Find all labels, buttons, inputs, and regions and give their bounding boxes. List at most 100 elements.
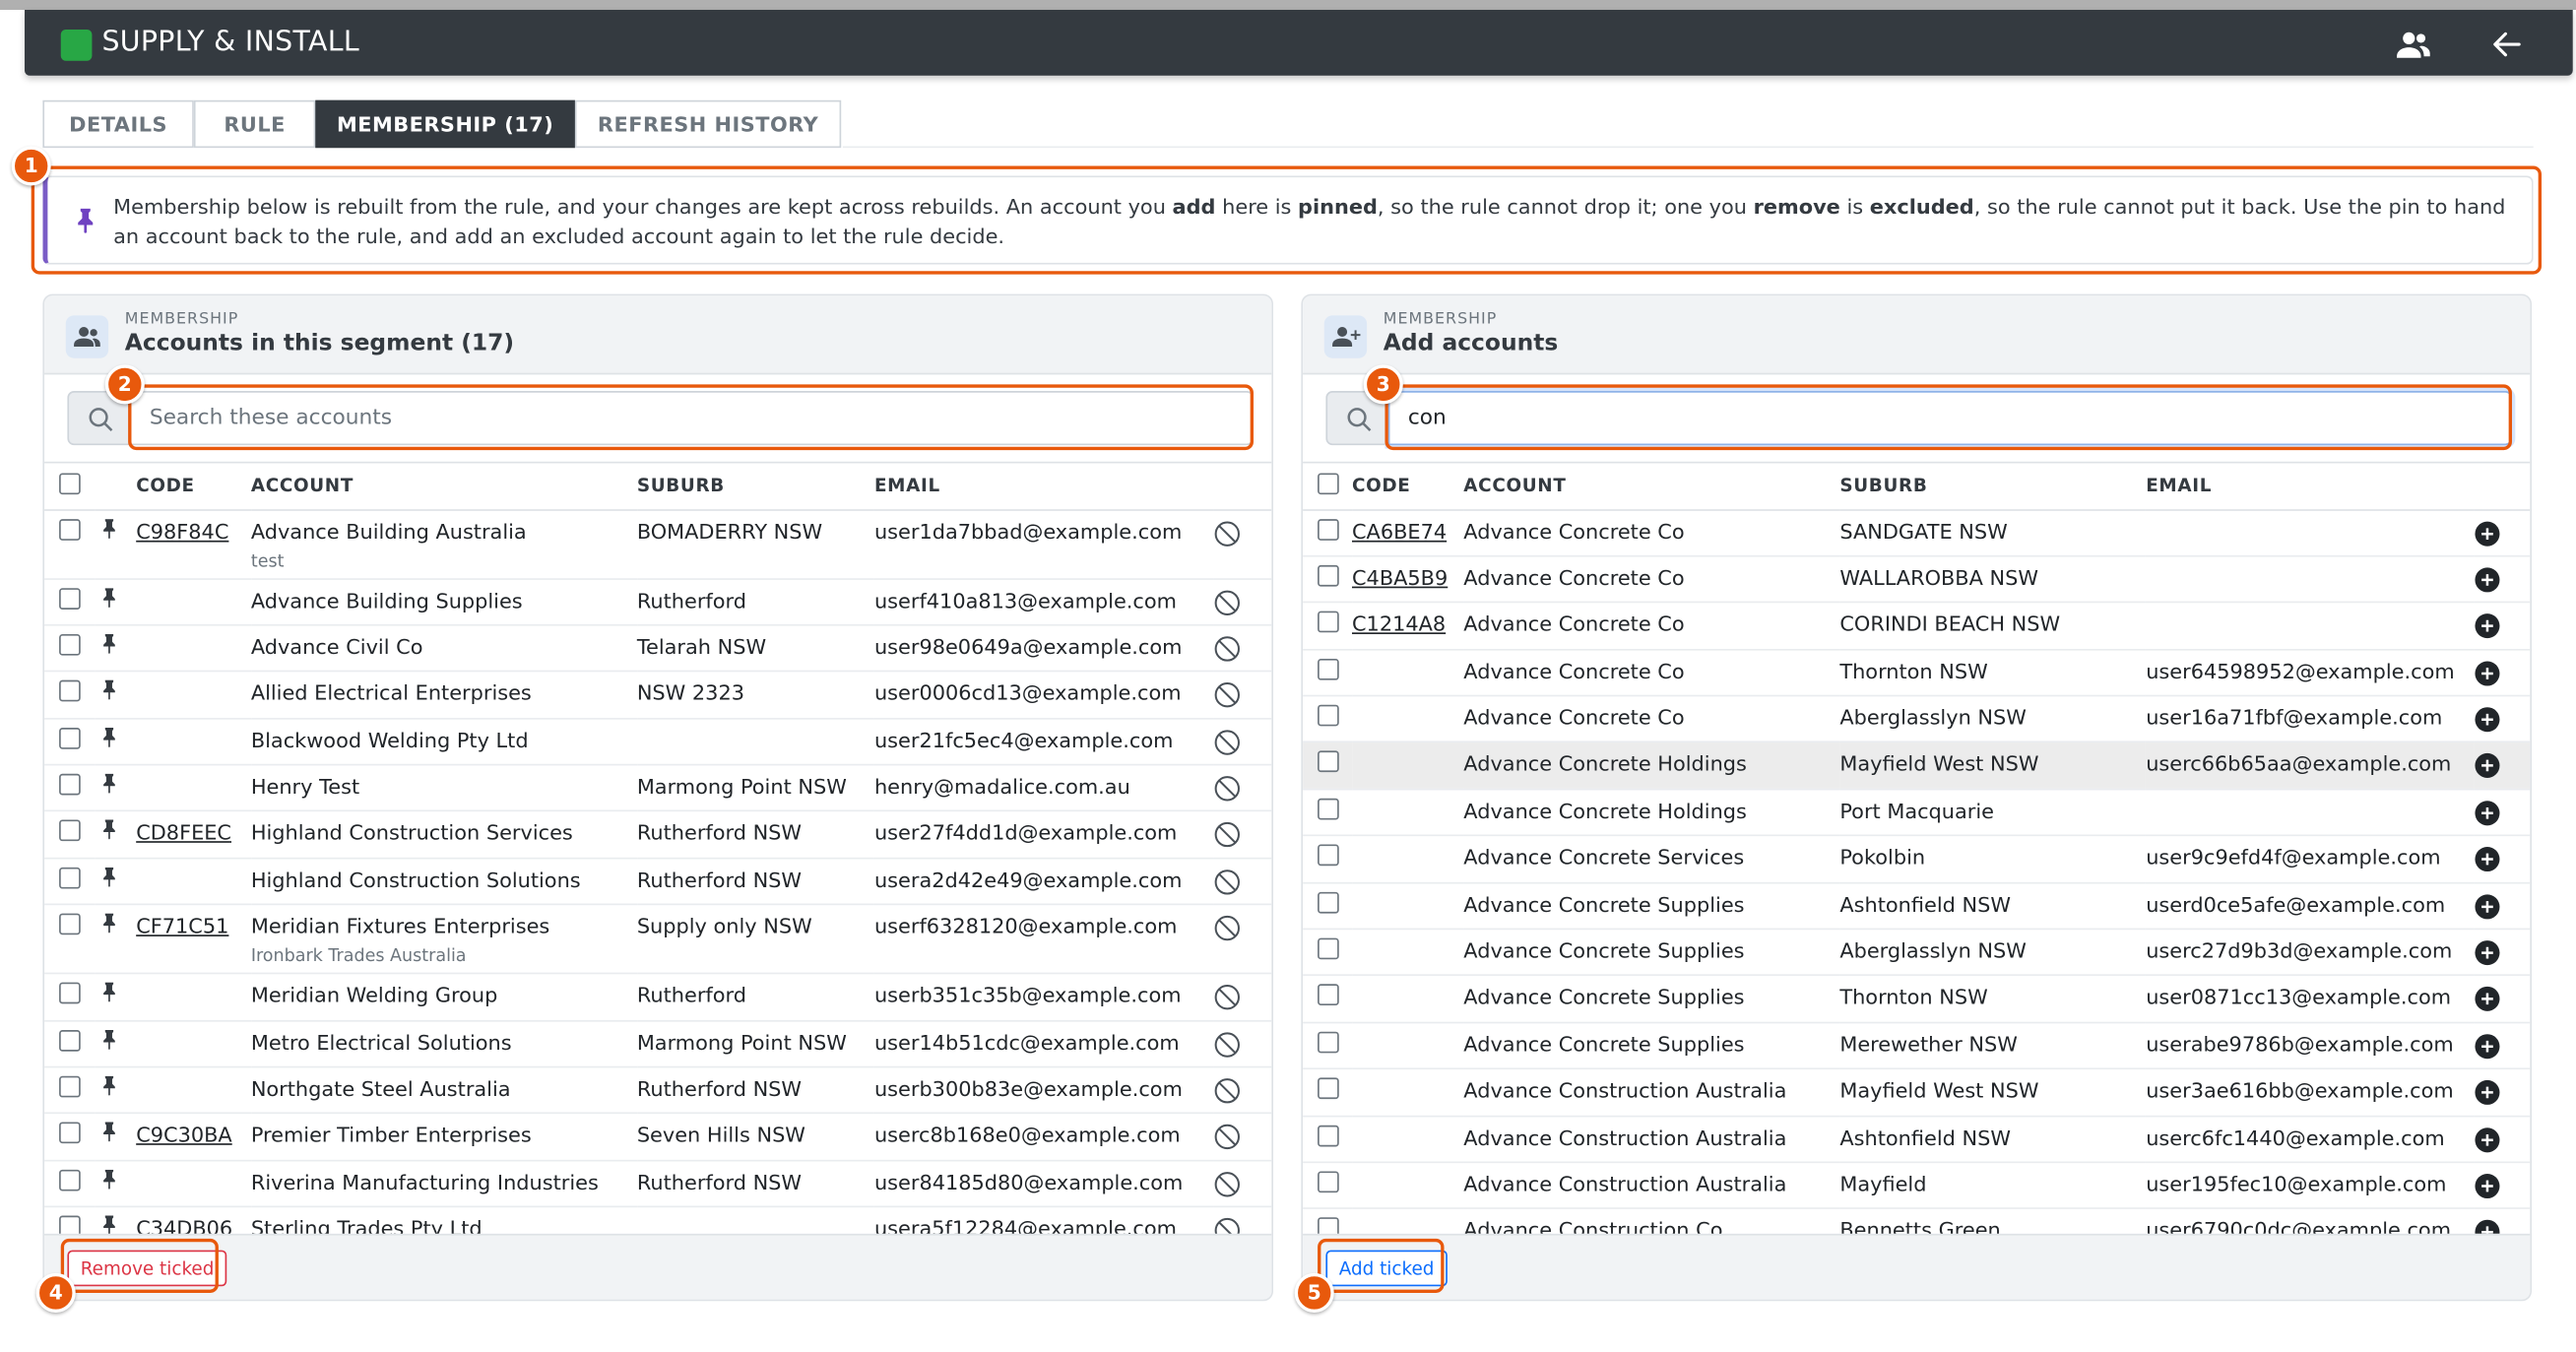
- pin-icon[interactable]: [101, 680, 116, 701]
- exclude-icon[interactable]: [1214, 1171, 1241, 1197]
- exclude-icon[interactable]: [1214, 916, 1241, 942]
- account-code-link[interactable]: C98F84C: [136, 518, 228, 543]
- pin-icon[interactable]: [101, 727, 116, 747]
- row-checkbox[interactable]: [1318, 798, 1339, 820]
- search-input[interactable]: [129, 391, 1254, 446]
- row-checkbox[interactable]: [59, 633, 81, 656]
- row-checkbox[interactable]: [59, 820, 81, 842]
- column-header-suburb[interactable]: SUBURB: [636, 463, 874, 511]
- add-icon[interactable]: [2475, 566, 2501, 593]
- add-icon[interactable]: [2475, 660, 2501, 686]
- column-header-email[interactable]: EMAIL: [2146, 463, 2475, 511]
- row-checkbox[interactable]: [1318, 844, 1339, 867]
- row-checkbox[interactable]: [1318, 937, 1339, 960]
- account-code-link[interactable]: CA6BE74: [1352, 518, 1447, 543]
- add-icon[interactable]: [2475, 1219, 2501, 1234]
- arrow-left-icon[interactable]: [2489, 27, 2526, 63]
- add-icon[interactable]: [2475, 706, 2501, 733]
- column-header-suburb[interactable]: SUBURB: [1839, 463, 2147, 511]
- row-checkbox[interactable]: [1318, 1125, 1339, 1146]
- tab-membership[interactable]: MEMBERSHIP (17): [315, 99, 575, 149]
- add-icon[interactable]: [2475, 1079, 2501, 1106]
- account-code-link[interactable]: C9C30BA: [136, 1123, 232, 1147]
- row-checkbox[interactable]: [1318, 564, 1339, 587]
- search-input[interactable]: [1387, 391, 2512, 446]
- pin-icon[interactable]: [101, 867, 116, 887]
- row-checkbox[interactable]: [1318, 612, 1339, 633]
- row-checkbox[interactable]: [1318, 891, 1339, 913]
- row-checkbox[interactable]: [1318, 658, 1339, 680]
- exclude-icon[interactable]: [1214, 635, 1241, 662]
- row-checkbox[interactable]: [59, 773, 81, 796]
- add-icon[interactable]: [2475, 1173, 2501, 1199]
- row-checkbox[interactable]: [59, 1029, 81, 1052]
- select-all-checkbox[interactable]: [59, 473, 81, 494]
- row-checkbox[interactable]: [1318, 1077, 1339, 1100]
- exclude-icon[interactable]: [1214, 1125, 1241, 1151]
- tab-details[interactable]: DETAILS: [42, 99, 194, 149]
- account-code-link[interactable]: C1214A8: [1352, 612, 1446, 636]
- column-header-code[interactable]: CODE: [1351, 463, 1464, 511]
- add-icon[interactable]: [2475, 1127, 2501, 1153]
- add-icon[interactable]: [2475, 753, 2501, 780]
- add-ticked-button[interactable]: Add ticked: [1325, 1250, 1448, 1287]
- add-icon[interactable]: [2475, 800, 2501, 826]
- exclude-icon[interactable]: [1214, 869, 1241, 895]
- column-header-email[interactable]: EMAIL: [873, 463, 1215, 511]
- pin-icon[interactable]: [101, 1215, 116, 1234]
- pin-icon[interactable]: [101, 1029, 116, 1050]
- account-code-link[interactable]: CF71C51: [136, 914, 228, 938]
- account-code-link[interactable]: CD8FEEC: [136, 820, 231, 845]
- row-checkbox[interactable]: [59, 1075, 81, 1098]
- column-header-code[interactable]: CODE: [136, 463, 251, 511]
- account-code-link[interactable]: C34DB06: [136, 1216, 232, 1234]
- row-checkbox[interactable]: [59, 867, 81, 889]
- add-icon[interactable]: [2475, 1033, 2501, 1060]
- pin-icon[interactable]: [101, 1075, 116, 1096]
- exclude-icon[interactable]: [1214, 729, 1241, 755]
- pin-icon[interactable]: [101, 518, 116, 539]
- exclude-icon[interactable]: [1214, 822, 1241, 849]
- tab-refresh-history[interactable]: REFRESH HISTORY: [574, 99, 842, 149]
- add-icon[interactable]: [2475, 847, 2501, 873]
- column-header-account[interactable]: ACCOUNT: [250, 463, 637, 511]
- select-all-checkbox[interactable]: [1318, 473, 1339, 494]
- pin-icon[interactable]: [101, 773, 116, 794]
- row-checkbox[interactable]: [59, 913, 81, 935]
- account-code-link[interactable]: C4BA5B9: [1352, 565, 1448, 590]
- column-header-account[interactable]: ACCOUNT: [1463, 463, 1840, 511]
- exclude-icon[interactable]: [1214, 1077, 1241, 1104]
- row-checkbox[interactable]: [1318, 518, 1339, 541]
- row-checkbox[interactable]: [1318, 751, 1339, 773]
- row-checkbox[interactable]: [59, 680, 81, 702]
- row-checkbox[interactable]: [59, 518, 81, 541]
- exclude-icon[interactable]: [1214, 682, 1241, 709]
- pin-icon[interactable]: [101, 1169, 116, 1190]
- add-icon[interactable]: [2475, 613, 2501, 640]
- row-checkbox[interactable]: [1318, 1217, 1339, 1234]
- add-icon[interactable]: [2475, 893, 2501, 920]
- pin-icon[interactable]: [101, 1123, 116, 1143]
- add-icon[interactable]: [2475, 987, 2501, 1013]
- exclude-icon[interactable]: [1214, 985, 1241, 1011]
- row-checkbox[interactable]: [1318, 1171, 1339, 1193]
- row-checkbox[interactable]: [1318, 704, 1339, 727]
- exclude-icon[interactable]: [1214, 776, 1241, 803]
- add-icon[interactable]: [2475, 939, 2501, 966]
- row-checkbox[interactable]: [59, 1169, 81, 1191]
- pin-icon[interactable]: [101, 587, 116, 608]
- exclude-icon[interactable]: [1214, 1031, 1241, 1058]
- exclude-icon[interactable]: [1214, 1218, 1241, 1234]
- row-checkbox[interactable]: [59, 587, 81, 610]
- pin-icon[interactable]: [101, 820, 116, 841]
- exclude-icon[interactable]: [1214, 520, 1241, 547]
- row-checkbox[interactable]: [59, 983, 81, 1004]
- add-icon[interactable]: [2475, 520, 2501, 547]
- row-checkbox[interactable]: [59, 1123, 81, 1144]
- row-checkbox[interactable]: [59, 727, 81, 749]
- pin-icon[interactable]: [101, 913, 116, 934]
- pin-icon[interactable]: [101, 983, 116, 1003]
- pin-icon[interactable]: [101, 633, 116, 654]
- exclude-icon[interactable]: [1214, 589, 1241, 615]
- remove-ticked-button[interactable]: Remove ticked: [67, 1250, 227, 1287]
